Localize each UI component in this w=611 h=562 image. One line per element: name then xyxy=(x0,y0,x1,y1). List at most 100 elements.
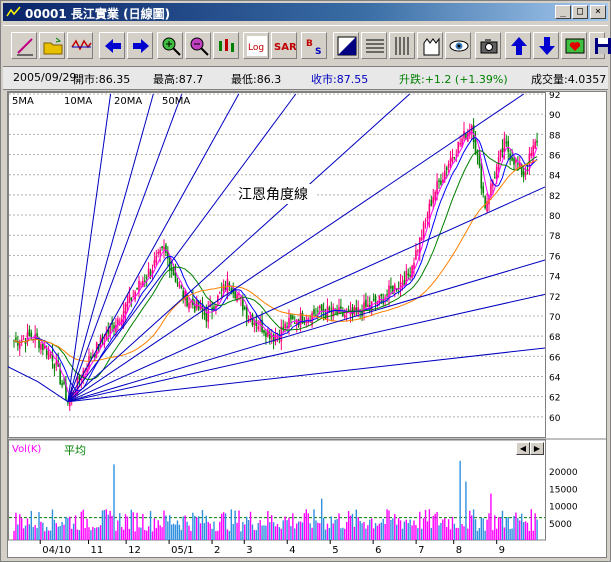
contrast-button[interactable] xyxy=(333,32,359,59)
candle-body xyxy=(292,315,294,320)
maximize-button[interactable]: □ xyxy=(572,5,588,19)
candle-body xyxy=(49,354,52,356)
candle-body xyxy=(453,157,456,159)
candle-body xyxy=(407,273,410,276)
info-open: 開市:86.35 xyxy=(73,73,131,86)
arrow-right-icon xyxy=(133,39,149,53)
candle-body xyxy=(20,339,23,342)
x-tick-label: 7 xyxy=(418,545,424,556)
candle-body xyxy=(161,246,163,248)
candle-body xyxy=(207,308,210,323)
x-tick-label: 12 xyxy=(128,545,141,556)
candle-body xyxy=(503,138,506,153)
candle-body xyxy=(263,329,265,334)
columns-button[interactable] xyxy=(389,32,415,59)
candle-body xyxy=(18,343,21,349)
camera-button[interactable] xyxy=(475,32,501,59)
candle-body xyxy=(457,142,460,154)
minimize-button[interactable]: _ xyxy=(555,5,571,19)
zoom-out-icon xyxy=(190,37,209,56)
hands-button[interactable] xyxy=(417,32,443,59)
arrow-down-button[interactable] xyxy=(533,32,559,59)
price-tick-label: 86 xyxy=(549,152,561,162)
columns-icon xyxy=(395,37,409,55)
scroll-left-button[interactable]: ◀ xyxy=(516,442,530,455)
candle-body xyxy=(438,180,440,182)
close-button[interactable]: × xyxy=(590,5,606,19)
candle-body xyxy=(493,177,496,179)
legend-ma20: 20MA xyxy=(114,96,143,107)
candle-body xyxy=(128,294,131,303)
camera-icon xyxy=(480,39,498,54)
pen-button[interactable] xyxy=(11,32,37,59)
candle-body xyxy=(117,319,119,325)
candlestick-button[interactable] xyxy=(213,32,239,59)
price-tick-label: 80 xyxy=(549,212,561,222)
x-tick-label: 11 xyxy=(91,545,104,556)
disk-icon xyxy=(595,38,611,54)
candle-body xyxy=(474,139,477,153)
svg-text:SAR: SAR xyxy=(274,42,296,53)
arrow-up-icon xyxy=(511,37,527,55)
arrow-left-button[interactable] xyxy=(99,32,125,59)
arrow-up-button[interactable] xyxy=(505,32,531,59)
candle-body xyxy=(126,301,129,307)
price-tick-label: 76 xyxy=(549,252,561,262)
candle-body xyxy=(251,314,254,326)
candle-body xyxy=(293,322,296,324)
info-low: 最低:86.3 xyxy=(231,73,282,86)
disk-button[interactable] xyxy=(589,32,611,59)
candle-body xyxy=(367,304,369,308)
sar-button[interactable]: SAR xyxy=(271,32,297,59)
candle-body xyxy=(15,337,17,340)
grid-button[interactable] xyxy=(361,32,387,59)
hands-icon xyxy=(423,37,440,56)
scroll-right-button[interactable]: ▶ xyxy=(530,442,544,455)
candle-body xyxy=(118,321,121,323)
eye-button[interactable] xyxy=(445,32,471,59)
candle-body xyxy=(63,381,65,384)
candle-body xyxy=(270,335,273,338)
zoom-in-button[interactable] xyxy=(157,32,183,59)
candle-body xyxy=(90,356,92,359)
b-s-button[interactable]: BS xyxy=(301,32,327,59)
price-chart[interactable]: 606264666870727476788082848688909204/10 1… xyxy=(8,92,606,557)
price-tick-label: 90 xyxy=(549,111,561,121)
wave-button[interactable] xyxy=(67,32,93,59)
candlestick-icon xyxy=(219,39,234,52)
candle-body xyxy=(505,142,508,144)
eye-icon xyxy=(449,40,469,52)
candle-body xyxy=(517,163,519,165)
candle-body xyxy=(55,361,58,365)
log-button[interactable]: Log xyxy=(243,32,269,59)
info-date: 2005/09/29 xyxy=(13,71,77,84)
info-change: 升跌:+1.2 (+1.39%) xyxy=(399,73,508,86)
candle-body xyxy=(30,332,33,338)
zoom-in-icon xyxy=(162,37,181,56)
candle-body xyxy=(132,295,135,298)
candle-body xyxy=(426,216,429,218)
candle-body xyxy=(124,304,127,314)
open-folder-button[interactable] xyxy=(39,32,65,59)
zoom-out-button[interactable] xyxy=(185,32,211,59)
price-tick-label: 78 xyxy=(549,232,561,242)
candle-body xyxy=(459,143,461,145)
svg-text:S: S xyxy=(315,47,321,57)
info-high: 最高:87.7 xyxy=(153,73,204,86)
chart-area[interactable]: 60 62 64 66 68 70 72 74 76 78 80 82 84 86 88 90 92 04/10 1… xyxy=(7,91,607,558)
candle-body xyxy=(447,163,450,169)
candle-body xyxy=(228,282,231,286)
candle-body xyxy=(432,197,435,204)
heart-button[interactable] xyxy=(561,32,587,59)
sar-icon: SAR xyxy=(274,42,296,53)
candle-body xyxy=(136,287,138,290)
candle-body xyxy=(295,321,298,324)
candle-body xyxy=(220,289,223,291)
price-tick-label: 88 xyxy=(549,131,561,141)
x-tick-label: 04/10 xyxy=(42,545,71,556)
candle-body xyxy=(417,250,419,252)
arrow-right-button[interactable] xyxy=(127,32,153,59)
volume-tick-label: 10000 xyxy=(549,503,578,513)
candle-body xyxy=(343,314,346,318)
candle-body xyxy=(188,302,190,310)
